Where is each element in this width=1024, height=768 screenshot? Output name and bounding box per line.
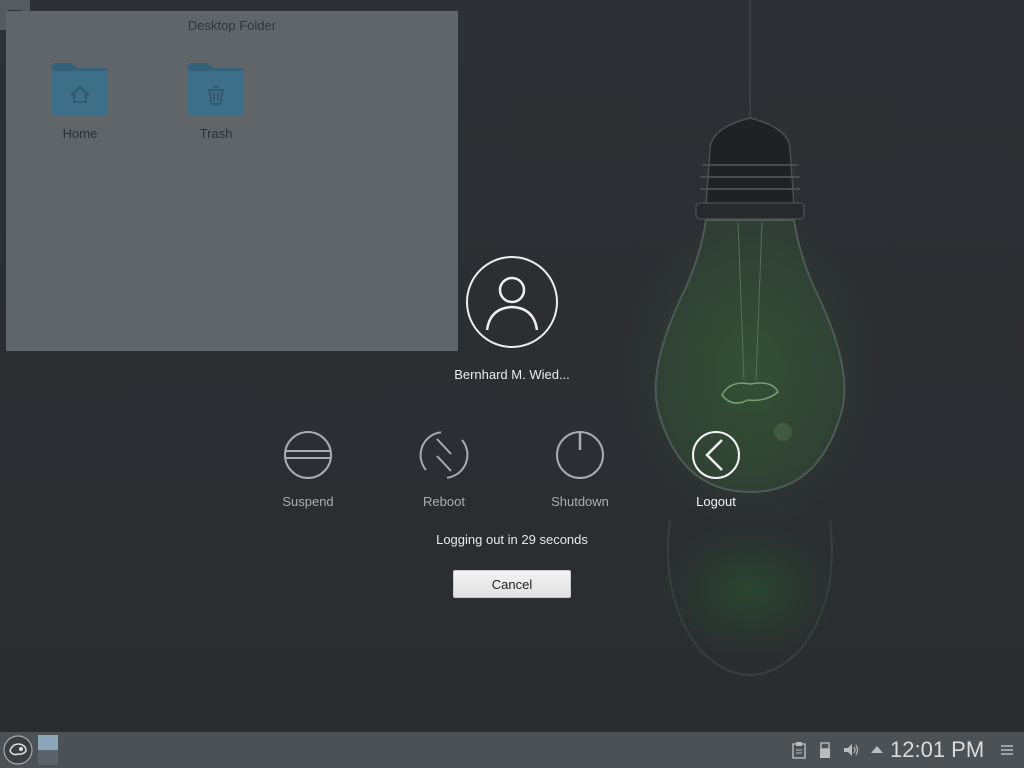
desktop-item-label: Trash — [199, 126, 233, 141]
desktop-item-home[interactable]: Home — [35, 61, 125, 141]
panel-clock[interactable]: 12:01 PM — [890, 736, 984, 764]
pager-desktop-1[interactable] — [38, 735, 58, 750]
shutdown-button[interactable]: Shutdown — [530, 430, 630, 509]
suspend-button[interactable]: Suspend — [258, 430, 358, 509]
logout-button[interactable]: Logout — [666, 430, 766, 509]
trash-folder-icon — [188, 63, 244, 115]
shutdown-icon — [556, 431, 604, 479]
user-avatar — [466, 256, 558, 348]
volume-icon[interactable] — [842, 741, 860, 759]
suspend-label: Suspend — [282, 494, 334, 509]
logout-icon — [692, 431, 740, 479]
expand-tray-icon[interactable] — [868, 741, 886, 759]
folder-view-title: Desktop Folder — [187, 18, 277, 33]
lightbulb-wallpaper-icon — [654, 0, 846, 676]
pager-desktop-2[interactable] — [38, 750, 58, 765]
cancel-button[interactable]: Cancel — [453, 570, 571, 598]
desktop-item-label: Home — [62, 126, 98, 141]
desktop-item-trash[interactable]: Trash — [171, 61, 261, 141]
user-icon — [485, 276, 539, 331]
logout-label: Logout — [696, 494, 736, 509]
virtual-desktop-pager[interactable] — [38, 735, 58, 765]
usb-device-icon[interactable] — [816, 741, 834, 759]
reboot-icon — [419, 431, 469, 479]
reboot-button[interactable]: Reboot — [394, 430, 494, 509]
username-label: Bernhard M. Wied... — [454, 367, 570, 382]
home-folder-icon — [52, 63, 108, 115]
suspend-icon — [284, 431, 332, 479]
taskbar-panel: 12:01 PM — [0, 732, 1024, 768]
logout-countdown: Logging out in 29 seconds — [436, 532, 588, 547]
desktop: Desktop Folder Home Trash Bernhard M. Wi… — [0, 0, 1024, 732]
desktop-folder-widget: Desktop Folder Home Trash — [6, 11, 458, 351]
reboot-label: Reboot — [423, 494, 465, 509]
clipboard-icon[interactable] — [790, 741, 808, 759]
panel-menu-icon[interactable] — [998, 741, 1016, 759]
shutdown-label: Shutdown — [551, 494, 609, 509]
application-launcher-icon[interactable] — [3, 735, 33, 765]
